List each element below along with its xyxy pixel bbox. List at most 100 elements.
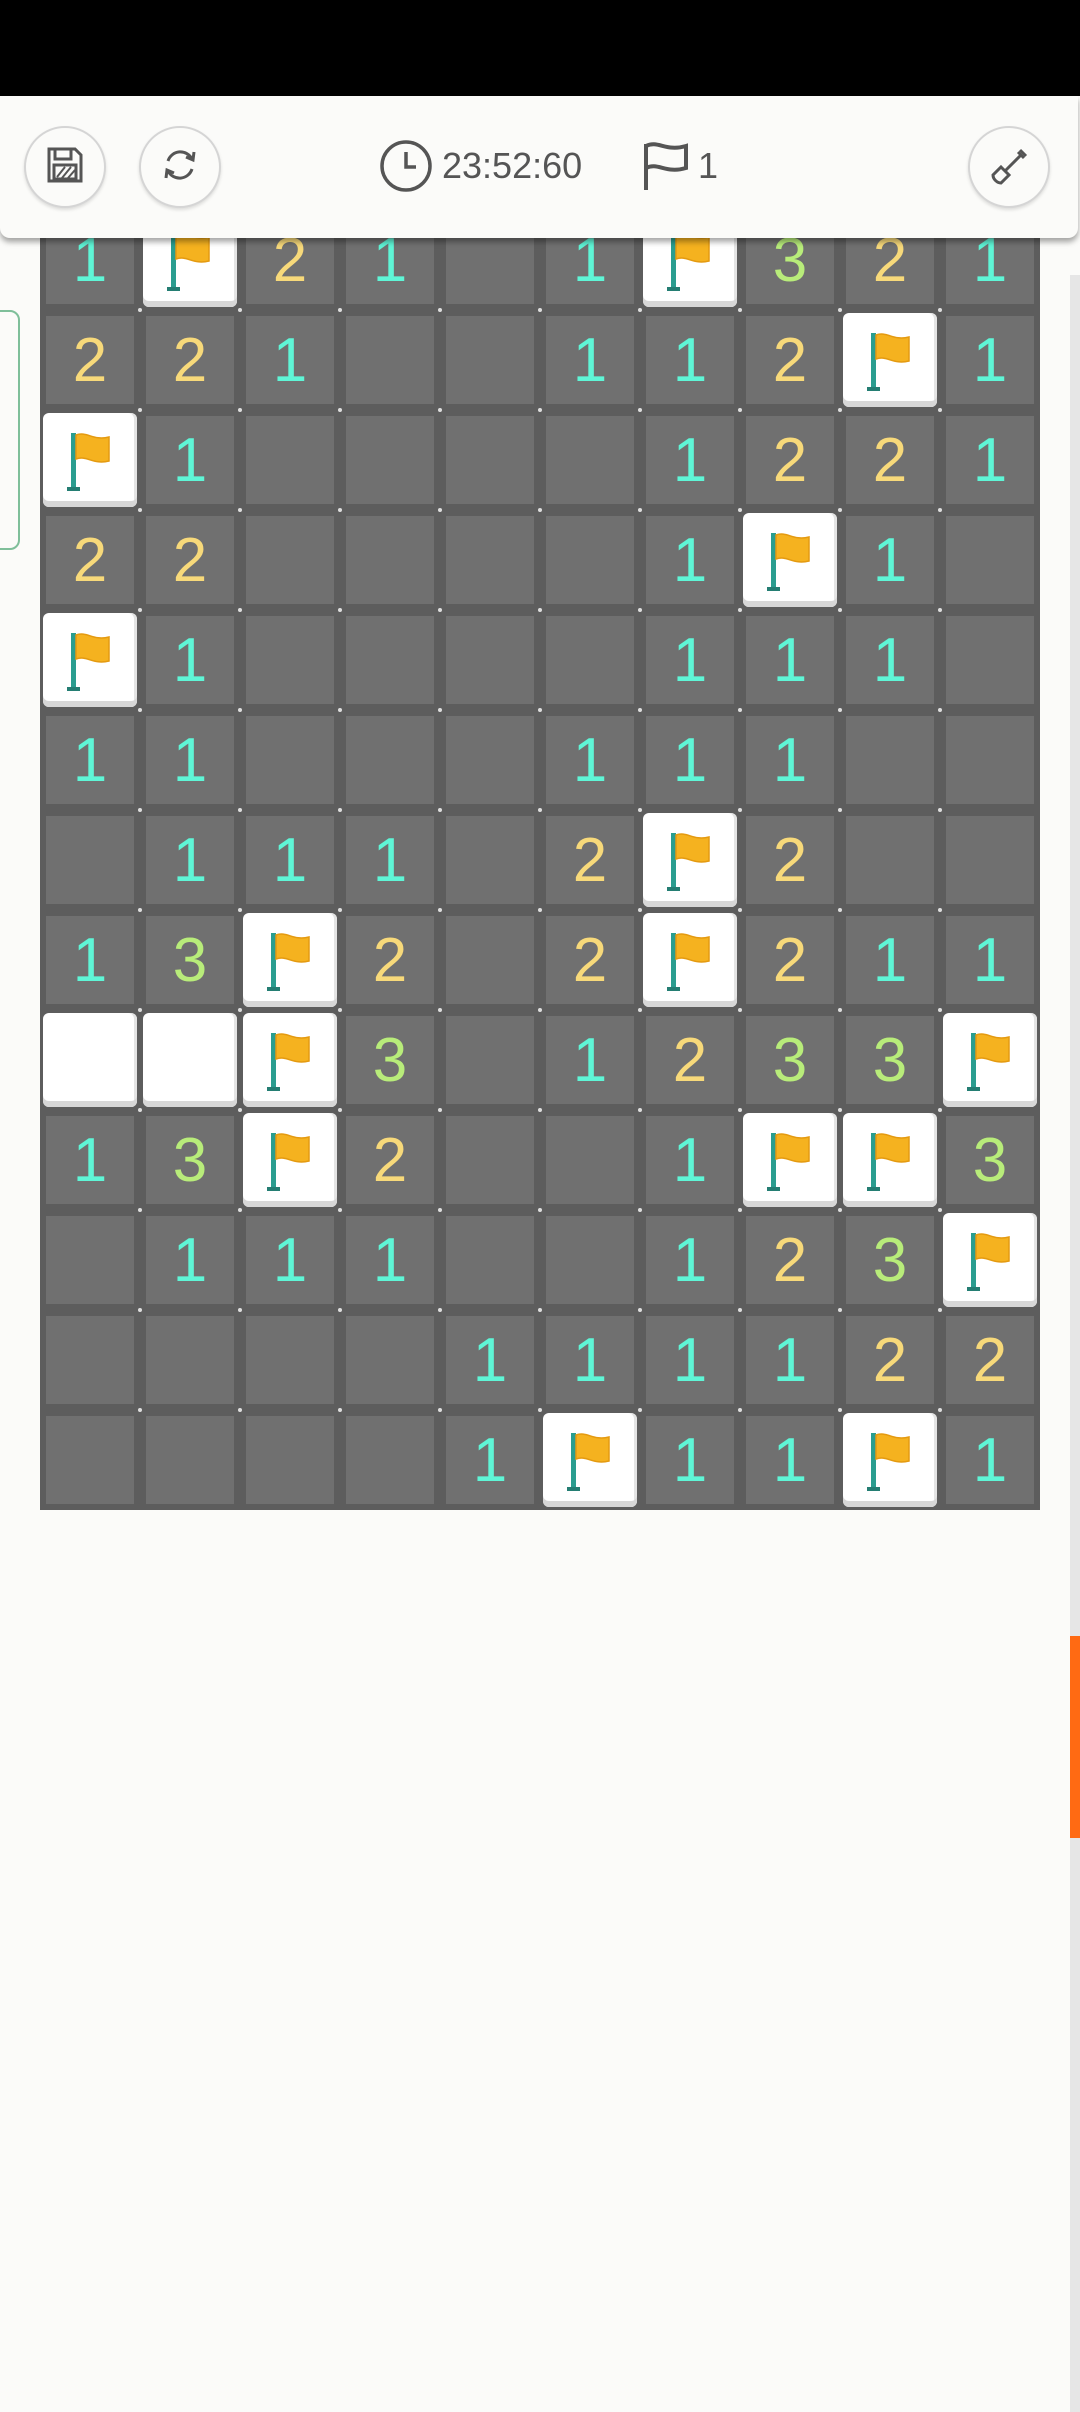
empty-cell[interactable] bbox=[940, 810, 1040, 910]
flagged-cell[interactable] bbox=[240, 1110, 340, 1210]
empty-cell[interactable] bbox=[440, 1210, 540, 1310]
empty-cell[interactable] bbox=[40, 1410, 140, 1510]
unrevealed-cell[interactable] bbox=[140, 1010, 240, 1110]
number-cell[interactable]: 2 bbox=[640, 1010, 740, 1110]
empty-cell[interactable] bbox=[940, 610, 1040, 710]
number-cell[interactable]: 1 bbox=[640, 310, 740, 410]
empty-cell[interactable] bbox=[540, 1210, 640, 1310]
unrevealed-cell[interactable] bbox=[40, 1010, 140, 1110]
empty-cell[interactable] bbox=[440, 410, 540, 510]
flagged-cell[interactable] bbox=[40, 410, 140, 510]
scrollbar-thumb[interactable] bbox=[1070, 1636, 1080, 1838]
flagged-cell[interactable] bbox=[640, 810, 740, 910]
empty-cell[interactable] bbox=[940, 510, 1040, 610]
number-cell[interactable]: 1 bbox=[640, 510, 740, 610]
empty-cell[interactable] bbox=[340, 310, 440, 410]
number-cell[interactable]: 2 bbox=[340, 1110, 440, 1210]
number-cell[interactable]: 1 bbox=[640, 410, 740, 510]
empty-cell[interactable] bbox=[840, 710, 940, 810]
number-cell[interactable]: 1 bbox=[840, 510, 940, 610]
minefield-grid[interactable]: 1211321221112111221221111111111111122132… bbox=[40, 210, 1040, 1510]
number-cell[interactable]: 2 bbox=[840, 410, 940, 510]
number-cell[interactable]: 1 bbox=[840, 910, 940, 1010]
side-drawer-handle[interactable] bbox=[0, 310, 20, 550]
number-cell[interactable]: 1 bbox=[40, 710, 140, 810]
empty-cell[interactable] bbox=[440, 510, 540, 610]
flagged-cell[interactable] bbox=[840, 1410, 940, 1510]
empty-cell[interactable] bbox=[440, 310, 540, 410]
number-cell[interactable]: 1 bbox=[740, 710, 840, 810]
number-cell[interactable]: 1 bbox=[540, 310, 640, 410]
number-cell[interactable]: 3 bbox=[740, 1010, 840, 1110]
number-cell[interactable]: 1 bbox=[940, 310, 1040, 410]
number-cell[interactable]: 1 bbox=[40, 1110, 140, 1210]
number-cell[interactable]: 2 bbox=[740, 810, 840, 910]
scrollbar-track[interactable] bbox=[1070, 275, 1080, 2412]
empty-cell[interactable] bbox=[440, 610, 540, 710]
empty-cell[interactable] bbox=[240, 1410, 340, 1510]
empty-cell[interactable] bbox=[440, 1010, 540, 1110]
flagged-cell[interactable] bbox=[740, 1110, 840, 1210]
number-cell[interactable]: 2 bbox=[740, 910, 840, 1010]
number-cell[interactable]: 1 bbox=[940, 410, 1040, 510]
empty-cell[interactable] bbox=[240, 410, 340, 510]
number-cell[interactable]: 1 bbox=[340, 1210, 440, 1310]
empty-cell[interactable] bbox=[40, 1310, 140, 1410]
number-cell[interactable]: 1 bbox=[740, 1410, 840, 1510]
number-cell[interactable]: 3 bbox=[840, 1010, 940, 1110]
empty-cell[interactable] bbox=[540, 1110, 640, 1210]
number-cell[interactable]: 3 bbox=[840, 1210, 940, 1310]
number-cell[interactable]: 1 bbox=[640, 610, 740, 710]
flagged-cell[interactable] bbox=[740, 510, 840, 610]
empty-cell[interactable] bbox=[440, 1110, 540, 1210]
number-cell[interactable]: 3 bbox=[340, 1010, 440, 1110]
empty-cell[interactable] bbox=[940, 710, 1040, 810]
number-cell[interactable]: 1 bbox=[640, 1110, 740, 1210]
empty-cell[interactable] bbox=[140, 1310, 240, 1410]
flagged-cell[interactable] bbox=[640, 910, 740, 1010]
empty-cell[interactable] bbox=[440, 910, 540, 1010]
empty-cell[interactable] bbox=[440, 710, 540, 810]
number-cell[interactable]: 2 bbox=[740, 410, 840, 510]
number-cell[interactable]: 1 bbox=[140, 710, 240, 810]
number-cell[interactable]: 2 bbox=[740, 1210, 840, 1310]
flagged-cell[interactable] bbox=[840, 310, 940, 410]
flagged-cell[interactable] bbox=[940, 1010, 1040, 1110]
number-cell[interactable]: 1 bbox=[740, 610, 840, 710]
number-cell[interactable]: 1 bbox=[140, 410, 240, 510]
empty-cell[interactable] bbox=[540, 410, 640, 510]
number-cell[interactable]: 1 bbox=[140, 1210, 240, 1310]
number-cell[interactable]: 1 bbox=[940, 910, 1040, 1010]
save-button[interactable] bbox=[24, 126, 106, 208]
dig-mode-button[interactable] bbox=[968, 126, 1050, 208]
number-cell[interactable]: 2 bbox=[940, 1310, 1040, 1410]
flagged-cell[interactable] bbox=[940, 1210, 1040, 1310]
empty-cell[interactable] bbox=[140, 1410, 240, 1510]
number-cell[interactable]: 1 bbox=[40, 910, 140, 1010]
number-cell[interactable]: 2 bbox=[840, 1310, 940, 1410]
number-cell[interactable]: 1 bbox=[840, 610, 940, 710]
number-cell[interactable]: 2 bbox=[740, 310, 840, 410]
number-cell[interactable]: 1 bbox=[240, 310, 340, 410]
number-cell[interactable]: 1 bbox=[240, 810, 340, 910]
empty-cell[interactable] bbox=[440, 810, 540, 910]
number-cell[interactable]: 1 bbox=[440, 1310, 540, 1410]
number-cell[interactable]: 2 bbox=[40, 510, 140, 610]
number-cell[interactable]: 1 bbox=[740, 1310, 840, 1410]
number-cell[interactable]: 1 bbox=[640, 1210, 740, 1310]
empty-cell[interactable] bbox=[540, 510, 640, 610]
number-cell[interactable]: 1 bbox=[640, 710, 740, 810]
flagged-cell[interactable] bbox=[240, 1010, 340, 1110]
empty-cell[interactable] bbox=[540, 610, 640, 710]
number-cell[interactable]: 1 bbox=[240, 1210, 340, 1310]
number-cell[interactable]: 3 bbox=[940, 1110, 1040, 1210]
number-cell[interactable]: 1 bbox=[140, 810, 240, 910]
empty-cell[interactable] bbox=[240, 710, 340, 810]
empty-cell[interactable] bbox=[340, 510, 440, 610]
number-cell[interactable]: 1 bbox=[540, 710, 640, 810]
number-cell[interactable]: 2 bbox=[540, 910, 640, 1010]
flagged-cell[interactable] bbox=[840, 1110, 940, 1210]
empty-cell[interactable] bbox=[340, 410, 440, 510]
empty-cell[interactable] bbox=[840, 810, 940, 910]
number-cell[interactable]: 3 bbox=[140, 910, 240, 1010]
